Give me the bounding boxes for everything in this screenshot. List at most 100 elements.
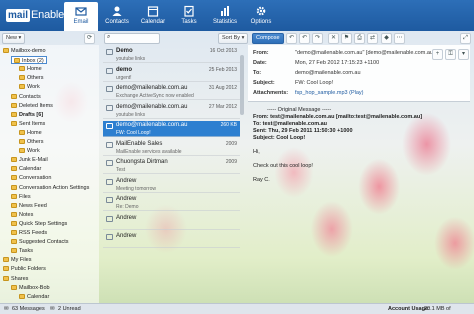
folder-icon [19,148,25,154]
folder-item[interactable]: Suggested Contacts [11,238,69,246]
folder-item[interactable]: Work [19,83,40,91]
tab-tasks[interactable]: Tasks [172,2,206,31]
attachment-link[interactable]: fsp_hop_sample.mp3 (Play) [295,89,363,98]
folder-label: Sent Items [19,120,46,127]
folder-item[interactable]: Sent Items [11,120,45,128]
folder-item[interactable]: Conversation Action Settings [11,184,89,192]
folder-item[interactable]: Tasks [11,247,33,255]
message-row[interactable]: Chuongsta Dirtman 2009 Test [103,158,240,174]
options-icon[interactable]: ▾ [458,49,469,60]
folder-label: Contacts [19,93,41,100]
message-row[interactable]: demo@mailenable.com.au 27 Mar 2012 youtube… [103,103,240,119]
folder-item[interactable]: RSS Feeds [11,229,47,237]
envelope-icon [106,86,113,92]
folder-icon [3,266,9,272]
folder-item[interactable]: Junk E-Mail [11,156,48,164]
calendar-icon [147,6,159,17]
folder-item[interactable]: Work [19,147,40,155]
folder-item[interactable]: Home [19,65,42,73]
reply-icon[interactable]: ↶ [286,33,297,44]
forward-icon[interactable]: ↷ [312,33,323,44]
flag-icon[interactable]: ⚑ [341,33,352,44]
folder-item[interactable]: Calendar [11,165,41,173]
folder-item[interactable]: Inbox (2) [11,56,47,65]
print-icon[interactable]: ⎙ [354,33,365,44]
header-from-key: From: [253,50,269,56]
message-row[interactable]: demo@mailenable.com.au 31 Aug 2012 Exchang… [103,84,240,100]
tab-contacts[interactable]: Contacts [100,2,134,31]
message-row[interactable]: MailEnable Sales 2009 MailEnable services … [103,140,240,156]
quoted-to: To: test@mailenable.com.au [253,121,328,127]
contact-add-icon[interactable]: + [432,49,443,60]
folder-item[interactable]: Files [11,193,31,201]
tag-icon[interactable]: ◆ [381,33,392,44]
folder-refresh-icon[interactable]: ⟳ [84,33,95,44]
message-row[interactable]: Andrew Re: Demo [103,195,240,211]
folder-item[interactable]: Quick Step Settings [11,220,67,228]
body-line: Check out this cool loop! [253,163,313,169]
tab-calendar[interactable]: Calendar [136,2,170,31]
message-row[interactable]: Demo 16 Oct 2013 youtube links [103,47,240,63]
tab-calendar-label: Calendar [140,19,166,25]
header-to-key: To: [253,70,262,76]
folder-item[interactable]: Home [19,129,42,137]
folder-item[interactable]: Public Folders [3,265,46,273]
message-date: 16 Oct 2013 [209,48,237,54]
message-list-scrollbar[interactable] [240,55,244,115]
folder-item[interactable]: Mailbox-demo [3,47,46,55]
folder-label: Deleted Items [19,102,53,109]
folder-item[interactable]: Others [19,74,44,82]
message-row[interactable]: demo@mailenable.com.au 260 KB FW: Cool Loo… [103,121,240,137]
header-attachments-key: Attachments: [253,90,289,96]
header-from-value[interactable]: "demo@mailenable.com.au" [demo@mailenabl… [295,49,435,58]
tab-options[interactable]: Options [244,2,278,31]
folder-item[interactable]: Contacts [11,93,41,101]
new-button[interactable]: New ▾ [2,33,26,44]
message-row[interactable]: Andrew Meeting tomorrow [103,177,240,193]
folder-item[interactable]: News Feed [11,202,47,210]
folder-item[interactable]: Others [19,138,44,146]
folder-icon [11,184,17,190]
folder-label: Shares [11,275,29,282]
compose-button[interactable]: Compose [252,33,284,44]
expand-icon[interactable]: ⤢ [460,33,471,44]
message-sender: demo [116,66,133,73]
folder-item[interactable]: Notes [11,211,33,219]
message-header: From: "demo@mailenable.com.au" [demo@mail… [248,45,470,102]
search-input[interactable]: ⌕ [104,33,160,44]
folder-label: News Feed [19,202,47,209]
folder-label: Calendar [19,166,42,173]
message-row[interactable]: Andrew [103,214,240,230]
folder-item[interactable]: Drafts [6] [11,111,43,119]
folder-item[interactable]: Calendar [19,293,49,301]
sort-by-label: Sort By [222,35,241,41]
envelope-icon [106,123,113,129]
sort-by-button[interactable]: Sort By ▾ [218,33,249,44]
envelope-icon [106,67,113,74]
header-subject-value: FW: Cool Loop! [295,80,334,86]
message-row[interactable]: demo 25 Feb 2013 urgent! [103,66,240,82]
folder-item[interactable]: Conversation [11,174,51,182]
security-icon[interactable]: ⚿ [445,49,456,60]
folder-icon [19,139,25,144]
folder-label: Conversation [19,175,52,182]
folder-item[interactable]: Deleted Items [11,102,53,110]
folder-label: Public Folders [11,266,46,273]
folder-item[interactable]: Mailbox-Bob [11,284,50,292]
move-icon[interactable]: ⇄ [367,33,378,44]
folder-item[interactable]: My Files [3,256,31,264]
tab-email[interactable]: Email [64,2,98,31]
delete-icon[interactable]: ✕ [328,33,339,44]
header-to-value[interactable]: demo@mailenable.com.au [295,69,361,78]
more-icon[interactable]: ⋯ [394,33,405,44]
message-row[interactable]: Andrew [103,232,240,248]
message-list: Demo 16 Oct 2013 youtube links demo 25 Feb 2… [103,45,244,303]
folder-icon [11,230,17,235]
reply-all-icon[interactable]: ↶ [299,33,310,44]
tab-statistics[interactable]: Statistics [208,2,242,31]
folder-icon [11,166,17,172]
unread-icon: ✉ [50,306,55,312]
tab-tasks-label: Tasks [181,19,197,25]
folder-label: Mailbox-Bob [19,284,50,291]
folder-item[interactable]: Shares [3,275,28,283]
